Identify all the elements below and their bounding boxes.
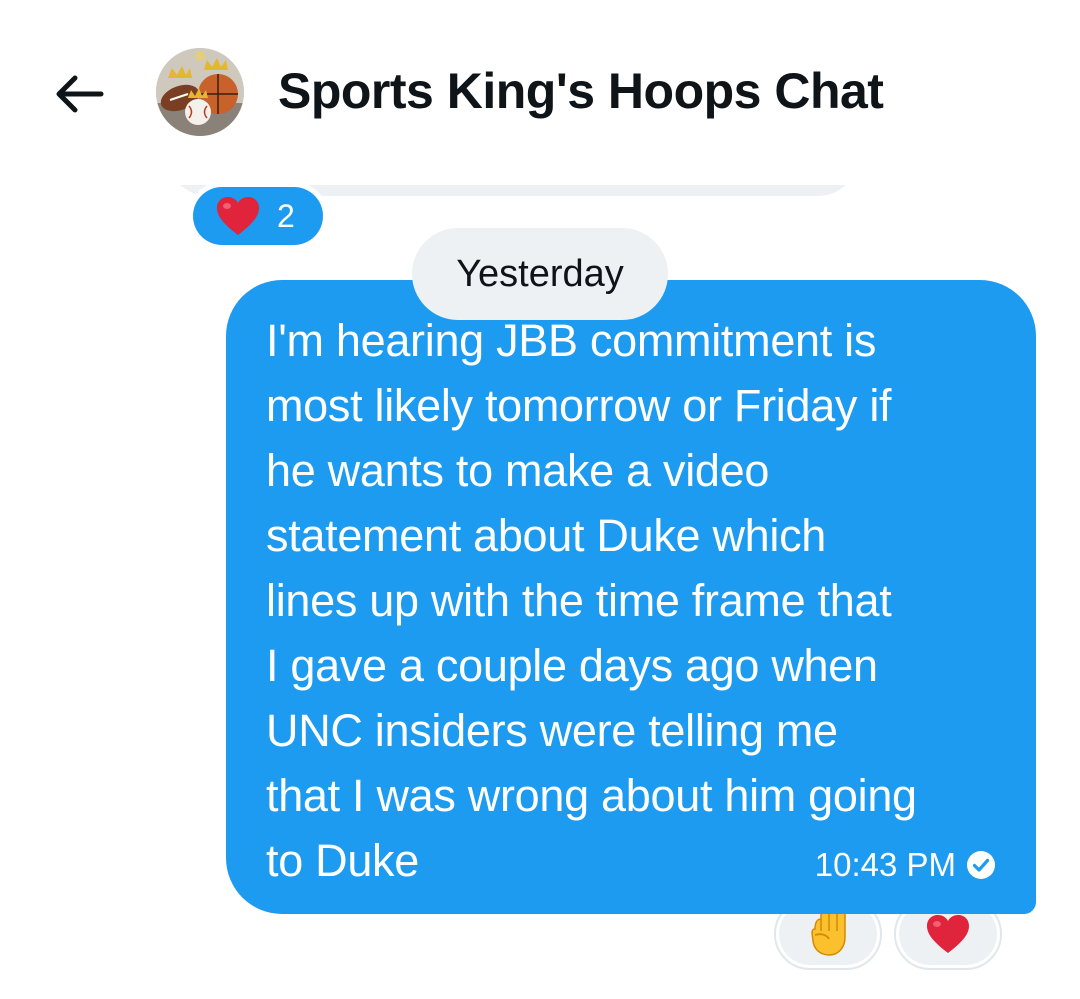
message-line: statement about Duke which [266,510,827,561]
heart-icon [217,197,259,235]
chat-title: Sports King's Hoops Chat [278,63,884,119]
heart-icon [927,915,969,953]
message-line: most likely tomorrow or Friday if [266,380,892,431]
message-line: lines up with the time frame that [266,575,892,626]
previous-message-reaction[interactable]: 2 [188,182,328,250]
group-avatar-image [156,48,244,136]
arrow-left-icon [56,75,104,113]
message-time: 10:43 PM [814,846,956,883]
message-line: to Duke [266,835,419,886]
message-line: that I was wrong about him going [266,770,917,821]
message-line: he wants to make a video [266,445,770,496]
message-line: I gave a couple days ago when [266,640,878,691]
chat-header: Sports King's Hoops Chat [0,0,1080,185]
group-avatar[interactable] [156,48,244,136]
date-separator: Yesterday [412,228,668,320]
message-text: I'm hearing JBB commitment is most likel… [266,308,1006,893]
date-label: Yesterday [456,252,624,295]
reaction-count: 2 [277,197,295,234]
message-bubble[interactable]: I'm hearing JBB commitment is most likel… [226,280,1036,914]
back-button[interactable] [48,66,110,122]
read-check-icon [967,851,995,879]
message-line: UNC insiders were telling me [266,705,838,756]
raised-fist-icon [811,909,846,956]
message-meta: 10:43 PM [815,846,996,884]
message-line: I'm hearing JBB commitment is [266,315,877,366]
